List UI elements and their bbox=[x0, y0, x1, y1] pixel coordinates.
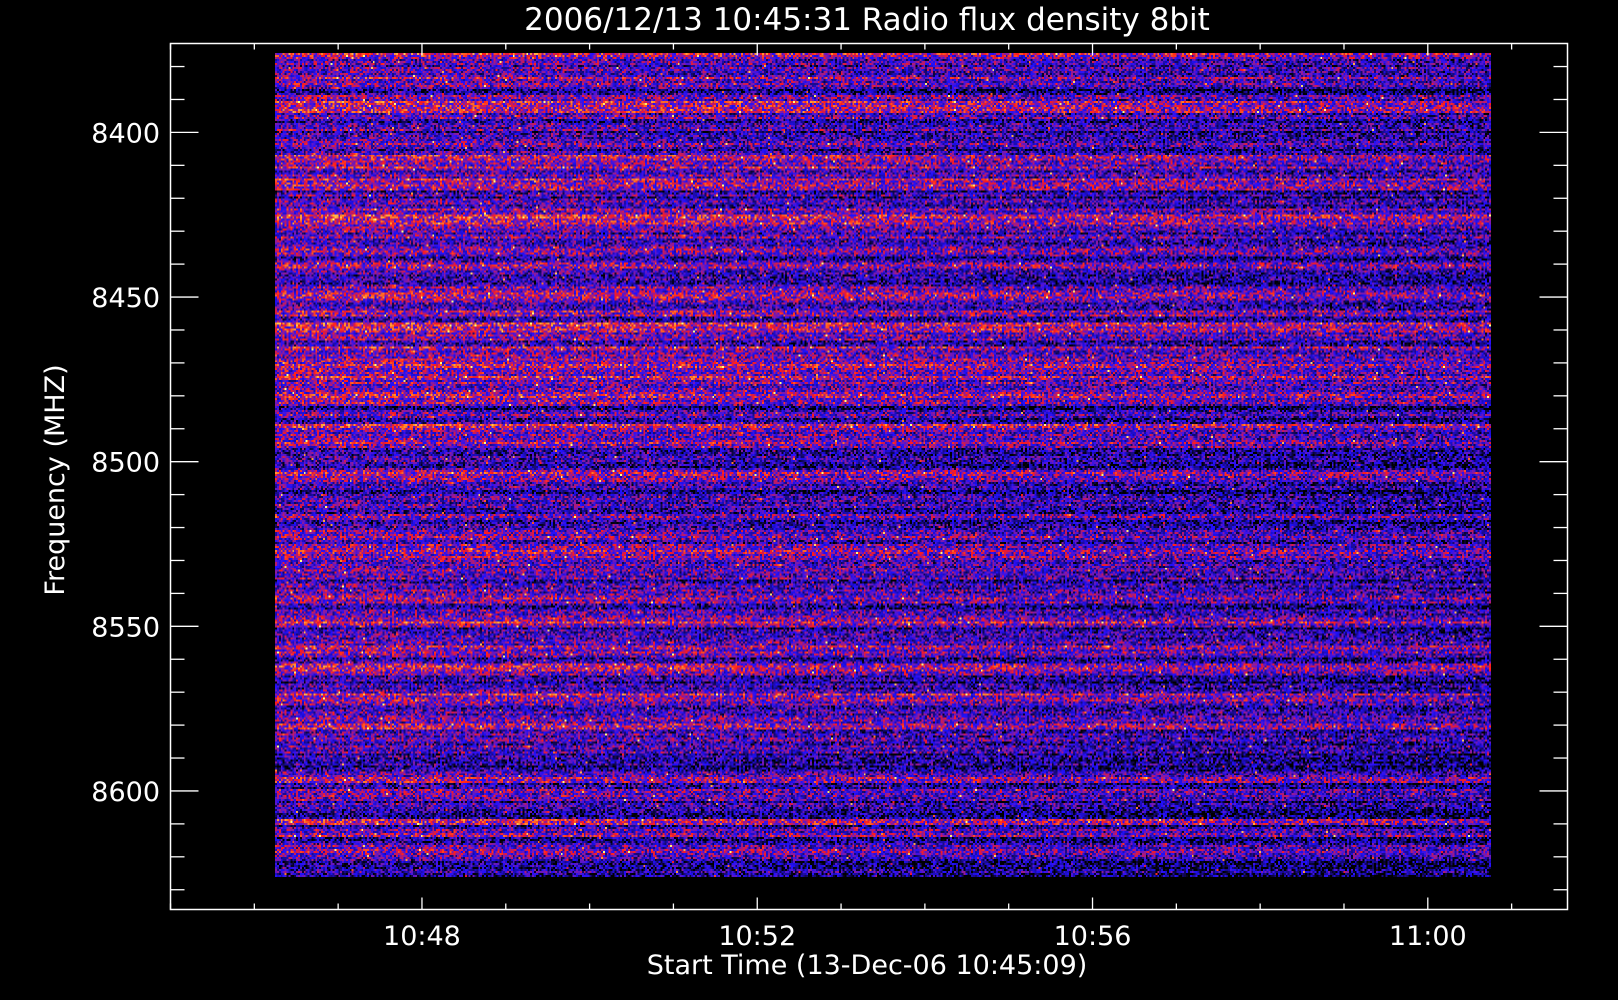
x-tick-label: 10:48 bbox=[383, 921, 461, 952]
y-axis-ticks: 8400 8450 8500 8550 8600 bbox=[91, 65, 1568, 891]
x-tick-label: 10:56 bbox=[1054, 921, 1132, 952]
y-tick-label: 8550 bbox=[91, 612, 160, 643]
plot-frame bbox=[169, 42, 1569, 911]
chart-title: 2006/12/13 10:45:31 Radio flux density 8… bbox=[524, 2, 1210, 38]
x-axis-label: Start Time (13-Dec-06 10:45:09) bbox=[647, 950, 1088, 981]
chart-axes: 2006/12/13 10:45:31 Radio flux density 8… bbox=[40, 2, 1569, 981]
x-tick-label: 10:52 bbox=[718, 921, 796, 952]
y-axis-label: Frequency (MHZ) bbox=[40, 364, 71, 595]
spectrogram-chart: 2006/12/13 10:45:31 Radio flux density 8… bbox=[0, 0, 1618, 1000]
y-tick-label: 8450 bbox=[91, 283, 160, 314]
y-tick-label: 8600 bbox=[91, 777, 160, 808]
x-tick-label: 11:00 bbox=[1389, 921, 1467, 952]
x-axis-ticks: 10:48 10:52 10:56 11:00 bbox=[169, 43, 1513, 952]
y-tick-label: 8400 bbox=[91, 118, 160, 149]
y-tick-label: 8500 bbox=[91, 448, 160, 479]
